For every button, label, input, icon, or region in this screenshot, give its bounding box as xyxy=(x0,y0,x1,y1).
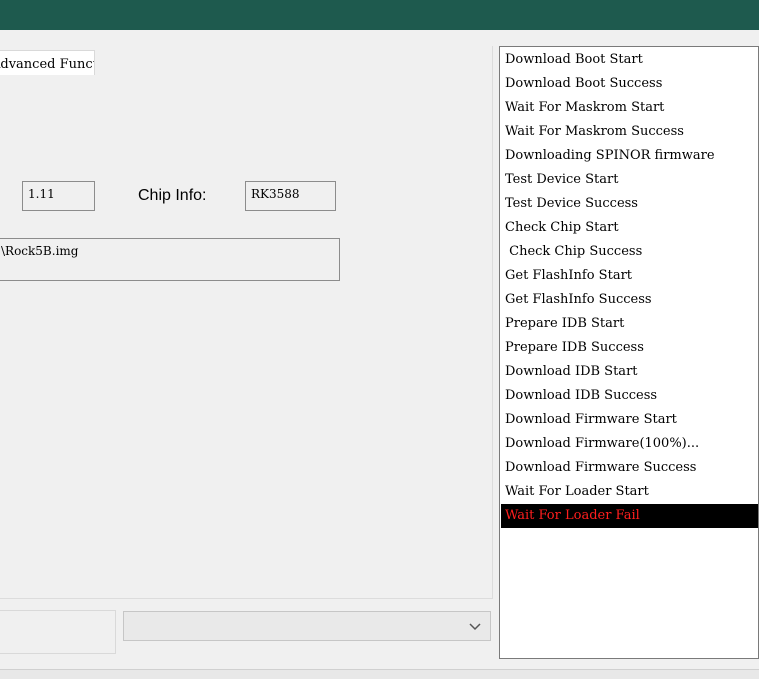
fw-version-field: 1.11 xyxy=(22,181,95,211)
log-line: Get FlashInfo Start xyxy=(505,268,633,283)
window-titlebar xyxy=(0,0,759,30)
log-line: Test Device Success xyxy=(505,196,638,211)
chevron-down-icon xyxy=(469,623,481,631)
log-line: Get FlashInfo Success xyxy=(505,292,652,307)
status-box xyxy=(0,610,116,654)
log-line-fail: Wait For Loader Fail xyxy=(501,504,758,528)
log-line: Check Chip Start xyxy=(505,220,619,235)
log-line: Wait For Maskrom Start xyxy=(505,100,665,115)
log-line: Prepare IDB Success xyxy=(505,340,644,355)
log-line: Wait For Maskrom Success xyxy=(505,124,684,139)
tab-advanced-function[interactable]: Advanced Function xyxy=(0,50,95,75)
main-panel xyxy=(0,46,493,599)
log-line: Test Device Start xyxy=(505,172,619,187)
log-line: Download Boot Success xyxy=(505,76,663,91)
device-dropdown[interactable] xyxy=(123,611,491,641)
firmware-path-field[interactable]: \Rock5B.img xyxy=(0,238,340,281)
chip-info-field: RK3588 xyxy=(245,181,336,211)
log-line: Download IDB Success xyxy=(505,388,658,403)
log-list[interactable]: Download Boot Start Download Boot Success… xyxy=(499,46,759,659)
log-line: Wait For Loader Start xyxy=(505,484,649,499)
log-line: Download Firmware Start xyxy=(505,412,677,427)
log-line: Download Firmware Success xyxy=(505,460,697,475)
chip-info-label: Chip Info: xyxy=(138,187,207,204)
log-line: Prepare IDB Start xyxy=(505,316,625,331)
log-line: Downloading SPINOR firmware xyxy=(505,148,715,163)
log-line: Check Chip Success xyxy=(505,244,643,259)
log-line: Download IDB Start xyxy=(505,364,638,379)
log-line: Download Boot Start xyxy=(505,52,643,67)
log-line: Download Firmware(100%)... xyxy=(505,436,700,451)
